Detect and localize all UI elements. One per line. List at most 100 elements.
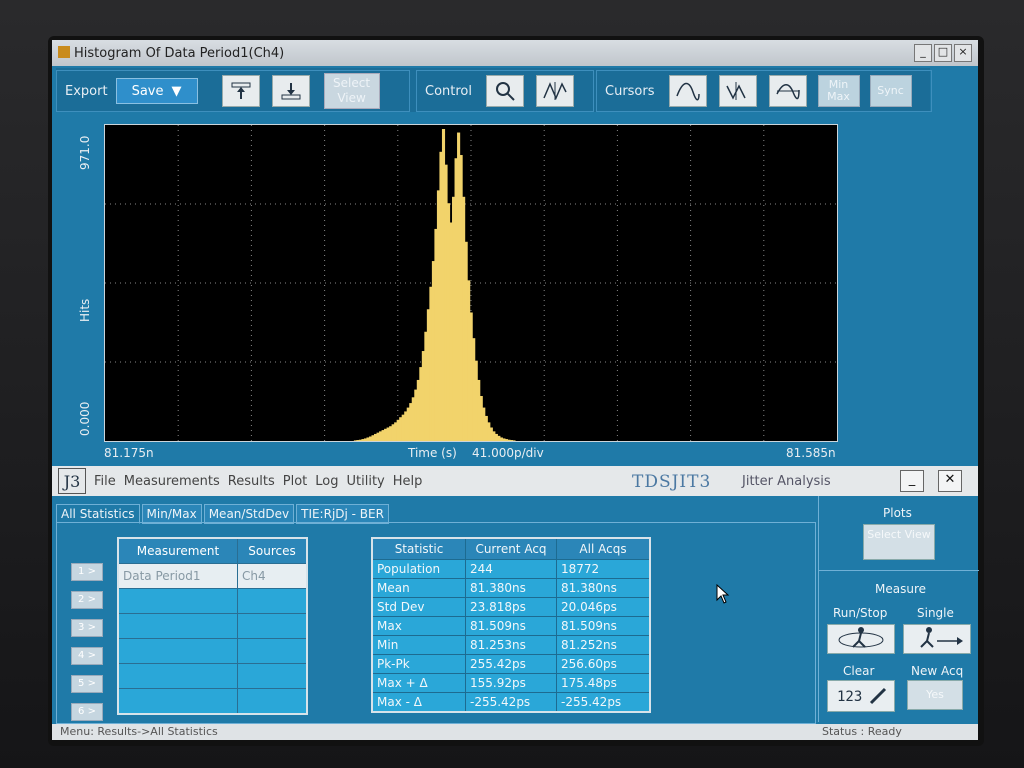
new-acq-label: New Acq [911, 664, 964, 678]
measurement-cell [117, 613, 238, 639]
menu-file[interactable]: File [94, 474, 116, 489]
export-up-icon [231, 82, 251, 99]
menu-measurements[interactable]: Measurements [124, 474, 220, 489]
stat-name: Max + Δ [371, 673, 466, 693]
save-label: Save [131, 83, 164, 99]
menu-plot[interactable]: Plot [283, 474, 308, 489]
table-row[interactable]: Data Period1 Ch4 [117, 563, 308, 589]
title-bar: Histogram Of Data Period1(Ch4) _ □ × [52, 40, 978, 66]
stat-name: Max - Δ [371, 692, 466, 713]
row-selectors: 1 > 2 > 3 > 4 > 5 > 6 > [71, 563, 103, 731]
sync-button[interactable]: Sync [869, 75, 912, 107]
minimize-button[interactable]: _ [914, 44, 932, 62]
sources-header: Sources [237, 537, 308, 564]
table-row[interactable] [117, 588, 308, 614]
row-select-1[interactable]: 1 > [71, 563, 103, 581]
run-stop-button[interactable] [827, 624, 895, 654]
table-row: Population 244 18772 [371, 559, 651, 579]
plot-area: 971.0 Hits 0.000 81.175n Time (s) 41.000… [52, 116, 978, 464]
row-select-2[interactable]: 2 > [71, 591, 103, 609]
control-sidebar: Plots Select View Measure Run/Stop Singl… [818, 496, 979, 722]
clear-button[interactable]: 123 [827, 680, 895, 712]
current-acq-header: Current Acq [465, 537, 557, 560]
table-row[interactable] [117, 638, 308, 664]
plots-label: Plots [883, 506, 912, 520]
table-row: Std Dev 23.818ps 20.046ps [371, 597, 651, 617]
stat-name: Max [371, 616, 466, 636]
sidebar-divider [819, 570, 979, 571]
measurement-header: Measurement [117, 537, 238, 564]
control-group: Control [416, 70, 594, 112]
table-row: Min 81.253ns 81.252ns [371, 635, 651, 655]
horizontal-cursor-icon [775, 84, 800, 100]
tab-panel: 1 > 2 > 3 > 4 > 5 > 6 > Measurement Sour… [56, 522, 816, 724]
tab-tie-rjdj-ber[interactable]: TIE:RjDj - BER [296, 504, 389, 524]
zoom-button[interactable] [486, 75, 524, 107]
export-down-icon [281, 83, 301, 100]
cursor-wave-button-1[interactable] [668, 75, 707, 107]
histogram-plot[interactable] [104, 124, 838, 442]
runstop-label: Run/Stop [833, 606, 888, 620]
select-view-button[interactable]: Select View [323, 73, 380, 109]
clear-label: Clear [843, 664, 875, 678]
x-axis-label: Time (s) [408, 446, 457, 460]
close-button[interactable]: × [954, 44, 972, 62]
waveform-button[interactable] [536, 75, 574, 107]
table-row[interactable] [117, 613, 308, 639]
cursor-wave-button-3[interactable] [768, 75, 807, 107]
source-cell [237, 663, 308, 689]
measurement-cell [117, 688, 238, 715]
yes-button[interactable]: Yes [907, 680, 963, 710]
menu-utility[interactable]: Utility [347, 474, 385, 489]
window-controls: _ □ × [914, 44, 972, 62]
app-minimize-button[interactable]: _ [900, 470, 924, 492]
stat-name: Pk-Pk [371, 654, 466, 674]
stat-current: 81.509ns [465, 616, 557, 636]
row-select-6[interactable]: 6 > [71, 703, 103, 721]
cursor-wave-button-2[interactable] [718, 75, 757, 107]
x-max-label: 81.585n [786, 446, 836, 460]
tab-mean-stddev[interactable]: Mean/StdDev [203, 504, 295, 524]
stat-current: 255.42ps [465, 654, 557, 674]
minmax-button[interactable]: Min Max [817, 75, 860, 107]
histogram-bar [512, 440, 516, 441]
stat-all: 18772 [556, 559, 651, 579]
brand-title: TDSJIT3 [632, 472, 712, 492]
stat-name: Mean [371, 578, 466, 598]
stat-current: 81.380ns [465, 578, 557, 598]
stat-current: 155.92ps [465, 673, 557, 693]
export-down-button[interactable] [271, 75, 310, 107]
row-select-5[interactable]: 5 > [71, 675, 103, 693]
row-select-3[interactable]: 3 > [71, 619, 103, 637]
save-button[interactable]: Save ▼ [115, 78, 198, 104]
stat-all: 256.60ps [556, 654, 651, 674]
export-up-button[interactable] [221, 75, 260, 107]
single-button[interactable] [903, 624, 971, 654]
table-row[interactable] [117, 688, 308, 715]
table-row: Max + Δ 155.92ps 175.48ps [371, 673, 651, 693]
j3-logo: J3 [58, 468, 86, 494]
results-panel: All Statistics Min/Max Mean/StdDev TIE:R… [52, 496, 979, 724]
chevron-down-icon: ▼ [171, 83, 182, 99]
menu-log[interactable]: Log [315, 474, 338, 489]
magnifier-icon [496, 82, 515, 101]
maximize-button[interactable]: □ [934, 44, 952, 62]
menu-results[interactable]: Results [228, 474, 275, 489]
row-select-4[interactable]: 4 > [71, 647, 103, 665]
stat-current: -255.42ps [465, 692, 557, 713]
tab-all-statistics[interactable]: All Statistics [56, 504, 140, 524]
measure-label: Measure [875, 582, 926, 596]
stat-all: 81.380ns [556, 578, 651, 598]
plots-select-view-button[interactable]: Select View [863, 524, 935, 560]
source-cell [237, 613, 308, 639]
app-close-button[interactable]: ✕ [938, 470, 962, 492]
measurement-cell: Data Period1 [117, 563, 238, 589]
menu-path: Menu: Results->All Statistics [60, 725, 218, 738]
vertical-cursor-icon [725, 82, 746, 100]
statistic-header: Statistic [371, 537, 466, 560]
y-axis-label: Hits [78, 298, 92, 322]
menu-help[interactable]: Help [393, 474, 423, 489]
table-row[interactable] [117, 663, 308, 689]
tab-min-max[interactable]: Min/Max [141, 504, 202, 524]
x-min-label: 81.175n [104, 446, 154, 460]
